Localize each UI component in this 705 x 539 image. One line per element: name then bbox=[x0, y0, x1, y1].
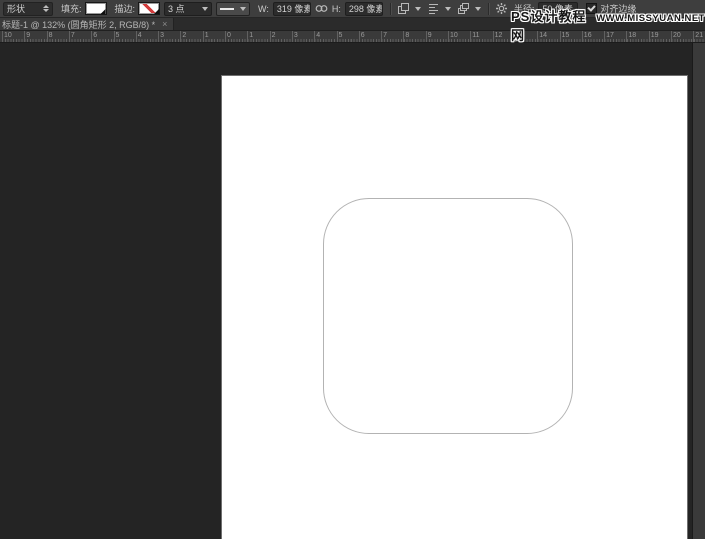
ruler-number: 8 bbox=[49, 31, 53, 41]
chain-link-icon bbox=[315, 4, 328, 13]
chevron-down-icon bbox=[202, 7, 208, 11]
ruler-number: 8 bbox=[405, 31, 409, 41]
ruler-number: 5 bbox=[339, 31, 343, 41]
ruler-major-tick bbox=[470, 31, 471, 42]
shape-height-value: 298 像素 bbox=[349, 2, 383, 15]
stroke-width-field[interactable]: 3 点 bbox=[164, 2, 212, 16]
ruler-number: 6 bbox=[93, 31, 97, 41]
shape-width-value: 319 像素 bbox=[277, 2, 311, 15]
ruler-number: 10 bbox=[4, 31, 12, 41]
document-tab-title: 标题-1 @ 132% (圆角矩形 2, RGB/8) * bbox=[2, 18, 155, 31]
rounded-rectangle-shape[interactable] bbox=[323, 198, 573, 434]
ruler-major-tick bbox=[403, 31, 404, 42]
ruler-major-tick bbox=[180, 31, 181, 42]
fill-color-swatch[interactable] bbox=[85, 2, 107, 15]
path-operations-button[interactable] bbox=[397, 2, 421, 15]
document-tab[interactable]: 标题-1 @ 132% (圆角矩形 2, RGB/8) * × bbox=[0, 18, 174, 30]
stroke-style-picker[interactable] bbox=[216, 2, 250, 16]
tool-mode-dropdown[interactable]: 形状 bbox=[3, 2, 53, 16]
ruler-number: 3 bbox=[160, 31, 164, 41]
ruler-major-tick bbox=[225, 31, 226, 42]
ruler-major-tick bbox=[426, 31, 427, 42]
watermark-site-url: WWW.MISSYUAN.NET bbox=[596, 13, 705, 24]
ruler-number: 2 bbox=[272, 31, 276, 41]
divider bbox=[390, 3, 391, 15]
stroke-color-swatch[interactable] bbox=[138, 2, 160, 15]
shape-height-field[interactable]: 298 像素 bbox=[345, 2, 383, 16]
ruler-number: 1 bbox=[205, 31, 209, 41]
shape-width-field[interactable]: 319 像素 bbox=[273, 2, 311, 16]
align-icon bbox=[427, 2, 440, 15]
chevron-updown-icon bbox=[43, 5, 49, 12]
watermark-site-name: PS设计教程网 bbox=[511, 6, 587, 44]
ruler-major-tick bbox=[69, 31, 70, 42]
fill-label: 填充: bbox=[61, 2, 82, 15]
ruler-number: 11 bbox=[472, 31, 479, 41]
solid-line-icon bbox=[220, 8, 234, 10]
watermark: PS设计教程网 WWW.MISSYUAN.NET bbox=[511, 6, 705, 44]
ruler-number: 9 bbox=[26, 31, 30, 41]
chevron-down-icon bbox=[415, 7, 421, 11]
ruler-major-tick bbox=[24, 31, 25, 42]
ruler-major-tick bbox=[47, 31, 48, 42]
ruler-major-tick bbox=[359, 31, 360, 42]
link-dimensions-button[interactable] bbox=[315, 4, 328, 13]
workspace bbox=[0, 43, 705, 539]
height-label: H: bbox=[332, 4, 341, 14]
chevron-down-icon bbox=[445, 7, 451, 11]
ruler-major-tick bbox=[158, 31, 159, 42]
arrange-layers-icon bbox=[457, 2, 470, 15]
ruler-number: 3 bbox=[294, 31, 298, 41]
close-icon[interactable]: × bbox=[162, 20, 167, 29]
path-arrangement-button[interactable] bbox=[457, 2, 481, 15]
chevron-down-icon bbox=[475, 7, 481, 11]
ruler-number: 4 bbox=[316, 31, 320, 41]
path-alignment-button[interactable] bbox=[427, 2, 451, 15]
ruler-number: 1 bbox=[249, 31, 253, 41]
stroke-label: 描边: bbox=[115, 2, 136, 15]
ruler-major-tick bbox=[337, 31, 338, 42]
chevron-down-icon bbox=[240, 7, 246, 11]
ruler-major-tick bbox=[493, 31, 494, 42]
ruler-number: 12 bbox=[495, 31, 503, 41]
ruler-number: 9 bbox=[428, 31, 432, 41]
photoshop-app: 形状 填充: 描边: 3 点 W: 319 像素 H: 298 像素 bbox=[0, 0, 705, 539]
width-label: W: bbox=[258, 4, 269, 14]
tool-mode-label: 形状 bbox=[7, 2, 25, 15]
ruler-number: 7 bbox=[71, 31, 75, 41]
ruler-number: 0 bbox=[227, 31, 231, 41]
ruler-major-tick bbox=[292, 31, 293, 42]
ruler-major-tick bbox=[247, 31, 248, 42]
ruler-number: 5 bbox=[116, 31, 120, 41]
gear-icon bbox=[495, 2, 508, 15]
panel-edge-strip bbox=[692, 43, 705, 539]
stroke-width-value: 3 点 bbox=[168, 2, 185, 15]
tool-settings-button[interactable] bbox=[495, 2, 508, 15]
ruler-number: 6 bbox=[361, 31, 365, 41]
ruler-major-tick bbox=[270, 31, 271, 42]
ruler-number: 10 bbox=[450, 31, 458, 41]
document-canvas[interactable] bbox=[222, 76, 687, 539]
ruler-major-tick bbox=[136, 31, 137, 42]
ruler-major-tick bbox=[203, 31, 204, 42]
ruler-number: 2 bbox=[182, 31, 186, 41]
ruler-major-tick bbox=[2, 31, 3, 42]
ruler-major-tick bbox=[381, 31, 382, 42]
ruler-number: 4 bbox=[138, 31, 142, 41]
ruler-major-tick bbox=[314, 31, 315, 42]
combine-shapes-icon bbox=[397, 2, 410, 15]
ruler-number: 7 bbox=[383, 31, 387, 41]
ruler-major-tick bbox=[448, 31, 449, 42]
divider bbox=[488, 3, 489, 15]
ruler-major-tick bbox=[114, 31, 115, 42]
ruler-major-tick bbox=[91, 31, 92, 42]
